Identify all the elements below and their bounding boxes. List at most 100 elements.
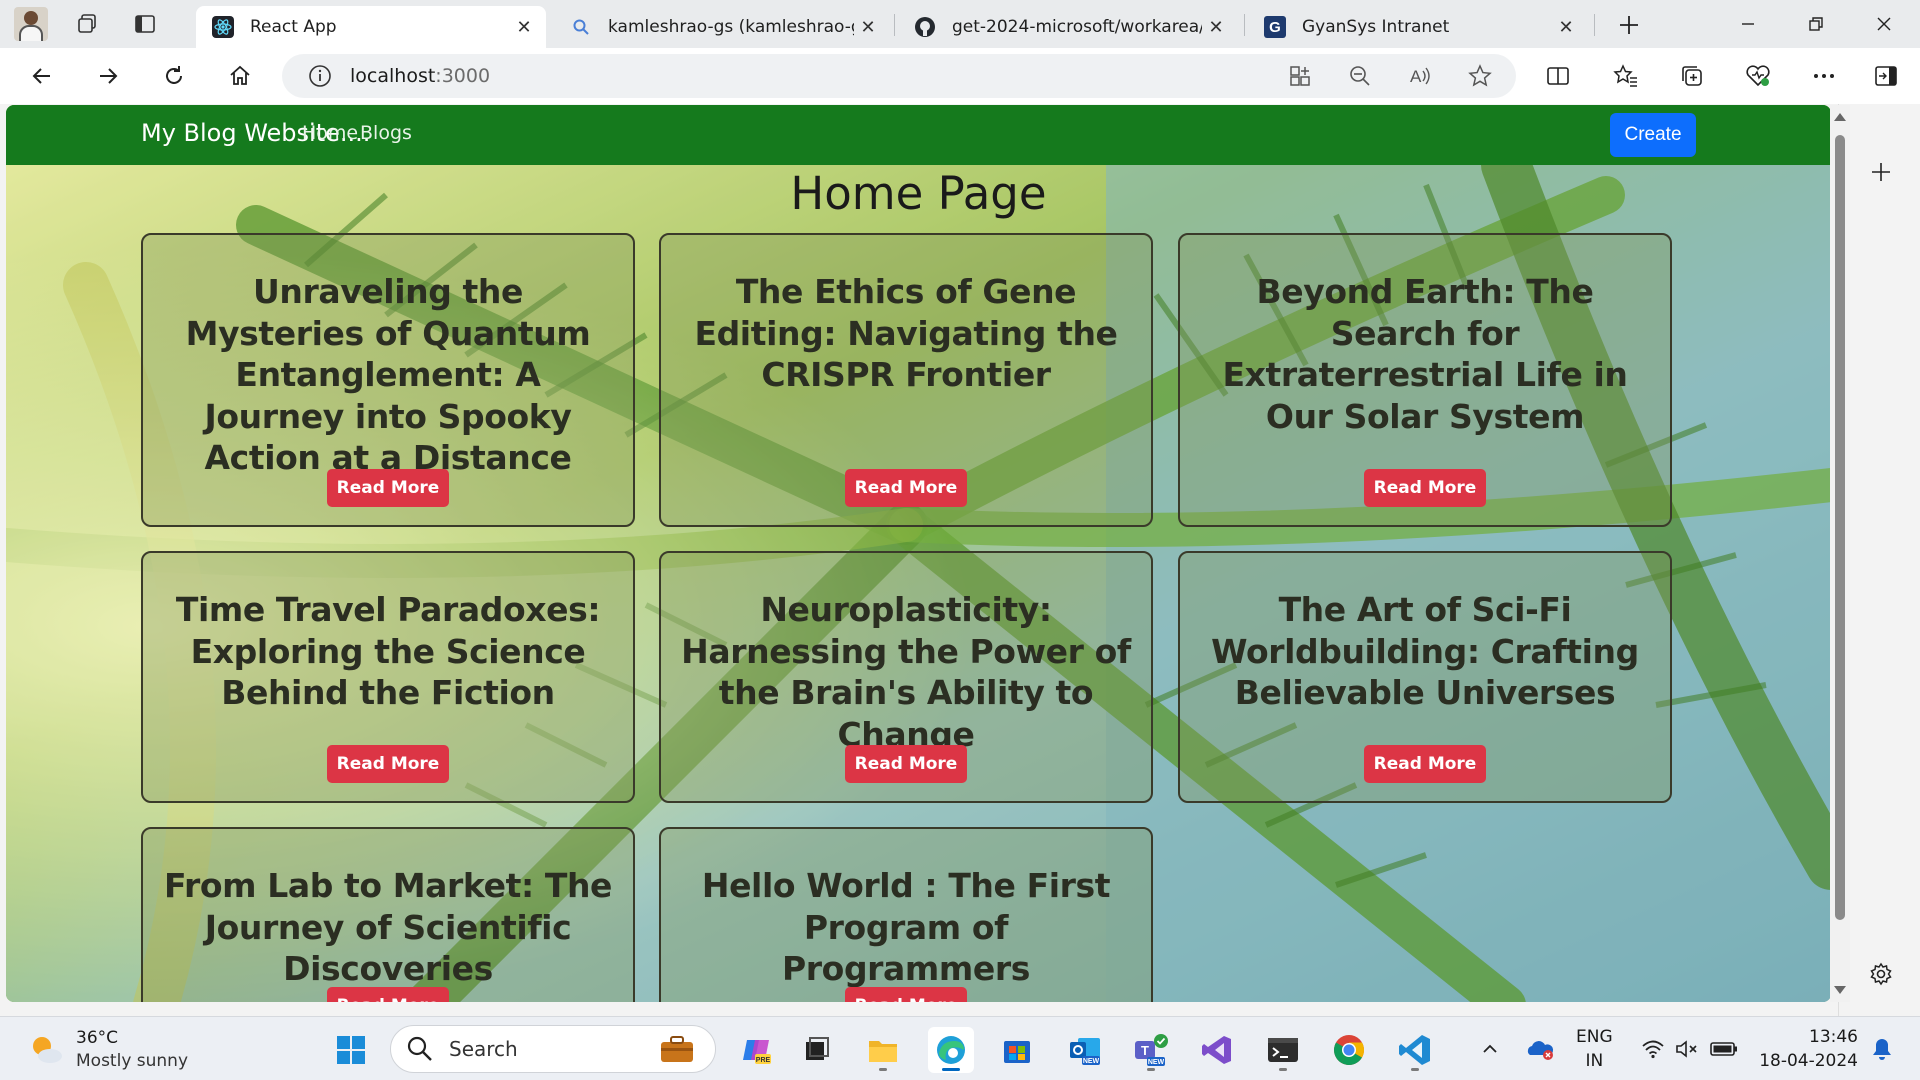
wifi-icon[interactable] (1636, 1017, 1670, 1080)
nav-link-home[interactable]: Home (302, 122, 358, 144)
close-icon[interactable]: ✕ (510, 13, 538, 41)
blog-card: Unraveling the Mysteries of Quantum Enta… (141, 233, 635, 527)
settings-gear-icon[interactable] (1861, 954, 1901, 994)
react-icon (212, 16, 234, 38)
tab-github-profile[interactable]: kamleshrao-gs (kamleshrao-gs) ✕ (554, 6, 890, 48)
close-icon[interactable]: ✕ (1552, 13, 1580, 41)
minimize-button[interactable] (1716, 0, 1780, 48)
nav-link-blogs[interactable]: Blogs (360, 122, 412, 144)
read-more-button[interactable]: Read More (327, 745, 449, 783)
teams-new-icon[interactable]: T NEW (1128, 1027, 1174, 1073)
blog-card-title: From Lab to Market: The Journey of Scien… (163, 866, 613, 988)
home-button[interactable] (220, 56, 260, 96)
onedrive-error-icon[interactable] (1520, 1017, 1560, 1080)
tab-gyansys-intranet[interactable]: G GyanSys Intranet ✕ (1248, 6, 1588, 48)
restore-button[interactable] (1784, 0, 1848, 48)
browser-toolbar: localhost:3000 A (0, 48, 1920, 104)
tab-github-repo[interactable]: get-2024-microsoft/workarea/S ✕ (898, 6, 1238, 48)
show-hidden-icons-chevron-icon[interactable] (1476, 1017, 1504, 1080)
github-icon (914, 16, 936, 38)
tab-title: get-2024-microsoft/workarea/S (952, 17, 1202, 37)
read-more-button[interactable]: Read More (1364, 745, 1486, 783)
weather-widget[interactable]: 36°C Mostly sunny (28, 1027, 188, 1073)
browser-essentials-icon[interactable] (1738, 56, 1778, 96)
blog-card-title: The Ethics of Gene Editing: Navigating t… (694, 272, 1118, 394)
new-tab-button[interactable] (1610, 6, 1648, 44)
blog-card: Neuroplasticity: Harnessing the Power of… (659, 551, 1153, 803)
system-clock[interactable]: 13:46 18-04-2024 (1758, 1025, 1858, 1073)
svg-text:T: T (1141, 1043, 1149, 1058)
address-bar[interactable]: localhost:3000 (282, 54, 1516, 98)
chrome-icon[interactable] (1326, 1027, 1372, 1073)
copilot-icon[interactable]: PRE (734, 1027, 780, 1073)
visual-studio-icon[interactable] (1194, 1027, 1240, 1073)
page-title: Home Page (790, 167, 1047, 220)
collections-icon[interactable] (1672, 56, 1712, 96)
search-icon (407, 1036, 432, 1061)
favorites-icon[interactable] (1606, 56, 1646, 96)
close-icon[interactable]: ✕ (854, 13, 882, 41)
volume-muted-icon[interactable] (1670, 1017, 1704, 1080)
windows-start-icon[interactable] (328, 1027, 374, 1073)
read-more-button[interactable]: Read More (327, 469, 449, 507)
sidebar-toggle-icon[interactable] (1866, 56, 1906, 96)
read-more-button[interactable]: Read More (327, 987, 449, 1002)
create-button[interactable]: Create (1610, 113, 1696, 157)
file-explorer-icon[interactable] (860, 1027, 906, 1073)
read-more-button[interactable]: Read More (1364, 469, 1486, 507)
weather-temp: 36°C (76, 1028, 119, 1048)
more-menu-icon[interactable] (1804, 56, 1844, 96)
close-window-button[interactable] (1852, 0, 1916, 48)
partly-sunny-icon (33, 1037, 62, 1063)
site-info-icon[interactable] (308, 64, 332, 88)
task-view-icon[interactable] (794, 1027, 840, 1073)
tab-separator (894, 14, 895, 36)
workspaces-icon[interactable] (68, 5, 106, 43)
blog-card-title: The Art of Sci-Fi Worldbuilding: Craftin… (1211, 590, 1639, 712)
page-scrollbar[interactable] (1830, 105, 1850, 1002)
svg-text:NEW: NEW (1148, 1059, 1165, 1066)
forward-button[interactable] (88, 56, 128, 96)
terminal-icon[interactable] (1260, 1027, 1306, 1073)
tab-separator (1244, 14, 1245, 36)
vscode-icon[interactable] (1392, 1027, 1438, 1073)
tab-actions-icon[interactable] (126, 5, 164, 43)
blog-card-title: Time Travel Paradoxes: Exploring the Sci… (175, 590, 601, 712)
edge-sidebar (1838, 104, 1920, 1016)
scrollbar-thumb[interactable] (1835, 135, 1845, 920)
back-button[interactable] (22, 56, 62, 96)
read-aloud-icon[interactable]: A (1400, 56, 1440, 96)
battery-icon[interactable] (1706, 1017, 1742, 1080)
read-more-button[interactable]: Read More (845, 987, 967, 1002)
add-sidebar-app-icon[interactable] (1861, 152, 1901, 192)
taskbar-search[interactable]: Search (390, 1025, 716, 1073)
profile-avatar[interactable] (14, 7, 48, 41)
tab-title: kamleshrao-gs (kamleshrao-gs) (608, 17, 854, 37)
read-more-button[interactable]: Read More (845, 469, 967, 507)
tab-react-app[interactable]: React App ✕ (196, 6, 546, 48)
search-placeholder: Search (449, 1037, 518, 1061)
scroll-down-arrow-icon[interactable] (1834, 986, 1846, 994)
close-icon[interactable]: ✕ (1202, 13, 1230, 41)
blog-card-title: Unraveling the Mysteries of Quantum Enta… (185, 272, 591, 477)
app-available-icon[interactable] (1280, 56, 1320, 96)
zoom-out-icon[interactable] (1340, 56, 1380, 96)
read-more-button[interactable]: Read More (845, 745, 967, 783)
language-region: IN (1585, 1051, 1604, 1071)
edge-browser-icon[interactable] (928, 1027, 974, 1073)
refresh-button[interactable] (154, 56, 194, 96)
input-language-indicator[interactable]: ENG IN (1576, 1025, 1613, 1073)
notification-bell-icon[interactable] (1864, 1017, 1900, 1080)
url-port: :3000 (435, 65, 491, 87)
microsoft-store-icon[interactable] (994, 1027, 1040, 1073)
split-screen-icon[interactable] (1538, 56, 1578, 96)
svg-text:G: G (1269, 19, 1281, 36)
favorite-star-icon[interactable] (1460, 56, 1500, 96)
browser-tab-strip: React App ✕ kamleshrao-gs (kamleshrao-gs… (0, 0, 1920, 48)
page-viewport: My Blog Website.... Home Blogs Create Ho… (6, 105, 1831, 1002)
blog-card: Hello World : The First Program of Progr… (659, 827, 1153, 1002)
blog-card-title: Hello World : The First Program of Progr… (701, 866, 1111, 988)
outlook-new-icon[interactable]: NEW (1062, 1027, 1108, 1073)
blog-card: The Ethics of Gene Editing: Navigating t… (659, 233, 1153, 527)
scroll-up-arrow-icon[interactable] (1834, 113, 1846, 121)
